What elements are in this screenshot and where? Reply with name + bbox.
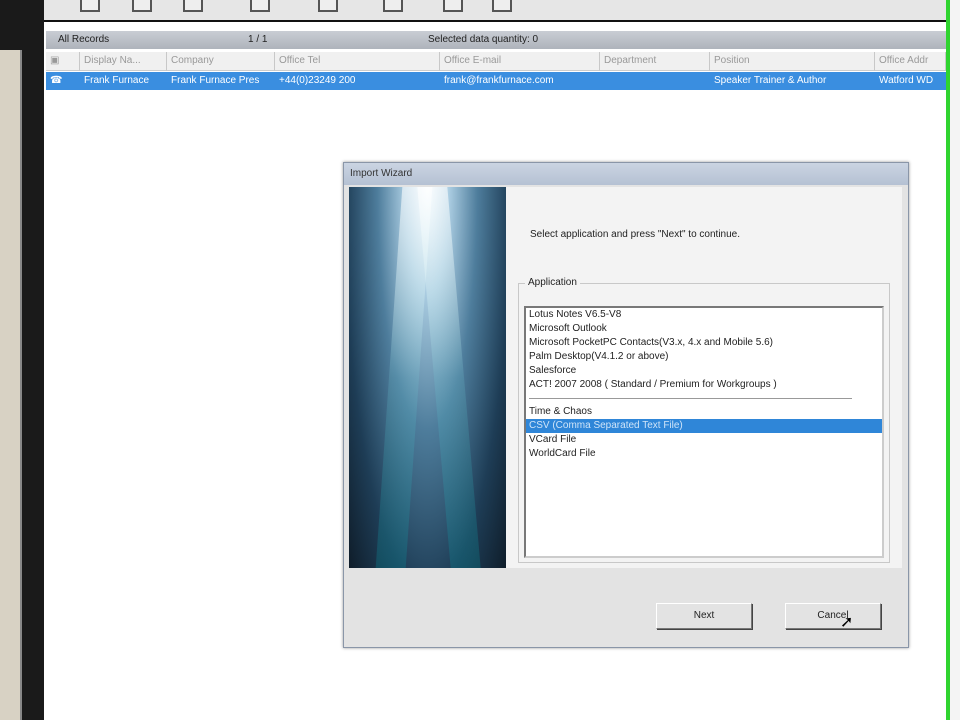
header-icon[interactable]: ▣ [46, 52, 80, 71]
toolbar-import-icon[interactable] [80, 0, 100, 12]
toolbar-copy-icon[interactable] [183, 0, 203, 12]
toolbar-search-icon[interactable] [443, 0, 463, 12]
wizard-panel: Select application and press "Next" to c… [506, 187, 902, 568]
group-label: Application [525, 277, 580, 288]
application-group: Application Lotus Notes V6.5-V8 Microsof… [518, 277, 890, 563]
mouse-cursor-icon: ➚ [840, 614, 854, 631]
cell [600, 72, 710, 90]
column-header[interactable]: Department [600, 52, 710, 71]
selected-count: Selected data quantity: 0 [428, 34, 539, 45]
list-item[interactable]: Microsoft PocketPC Contacts(V3.x, 4.x an… [526, 336, 882, 350]
list-item[interactable]: Palm Desktop(V4.1.2 or above) [526, 350, 882, 364]
cancel-button[interactable]: Cancel [785, 603, 881, 629]
column-header[interactable]: Display Na... [80, 52, 167, 71]
cell: Speaker Trainer & Author [714, 75, 827, 86]
list-item[interactable]: Time & Chaos [526, 405, 882, 419]
next-button[interactable]: Next [656, 603, 752, 629]
cell: frank@frankfurnace.com [444, 75, 554, 86]
column-header[interactable]: Office E-mail [440, 52, 600, 71]
list-item-selected[interactable]: CSV (Comma Separated Text File) [526, 419, 882, 433]
instruction-text: Select application and press "Next" to c… [530, 229, 740, 240]
toolbar-window-icon[interactable] [318, 0, 338, 12]
list-item[interactable]: Microsoft Outlook [526, 322, 882, 336]
page-indicator: 1 / 1 [248, 34, 268, 45]
application-list[interactable]: Lotus Notes V6.5-V8 Microsoft Outlook Mi… [524, 306, 884, 558]
list-item[interactable]: ACT! 2007 2008 ( Standard / Premium for … [526, 378, 882, 392]
list-item[interactable]: VCard File [526, 433, 882, 447]
column-header[interactable]: Position [710, 52, 875, 71]
toolbar-filter-icon[interactable] [492, 0, 512, 12]
list-item[interactable]: Lotus Notes V6.5-V8 [526, 308, 882, 322]
wizard-banner-image [349, 187, 506, 568]
cell: +44(0)23249 200 [279, 75, 356, 86]
list-separator [529, 398, 852, 399]
list-item[interactable]: Salesforce [526, 364, 882, 378]
toolbar-save-icon[interactable] [132, 0, 152, 12]
list-item[interactable]: WorldCard File [526, 447, 882, 461]
column-header[interactable]: Office Addr [875, 52, 946, 71]
cell: Watford WD [879, 75, 934, 86]
toolbar [0, 0, 948, 22]
dialog-title: Import Wizard [344, 163, 908, 185]
toolbar-print-icon[interactable] [250, 0, 270, 12]
cell: Frank Furnace Pres [171, 75, 260, 86]
contact-icon: ☎ [50, 75, 63, 86]
records-status-bar: All Records 1 / 1 Selected data quantity… [46, 31, 946, 49]
toolbar-help-icon[interactable] [383, 0, 403, 12]
cell: Frank Furnace [84, 75, 150, 86]
column-header[interactable]: Company [167, 52, 275, 71]
left-sidebar[interactable] [0, 50, 22, 720]
table-row[interactable]: ☎ Frank Furnace Frank Furnace Pres +44(0… [46, 72, 946, 90]
import-wizard-dialog: Import Wizard Select application and pre… [343, 162, 909, 648]
table-header: ▣ Display Na... Company Office Tel Offic… [46, 52, 946, 71]
right-edge [950, 0, 960, 720]
all-records-label[interactable]: All Records [58, 34, 109, 45]
column-header[interactable]: Office Tel [275, 52, 440, 71]
